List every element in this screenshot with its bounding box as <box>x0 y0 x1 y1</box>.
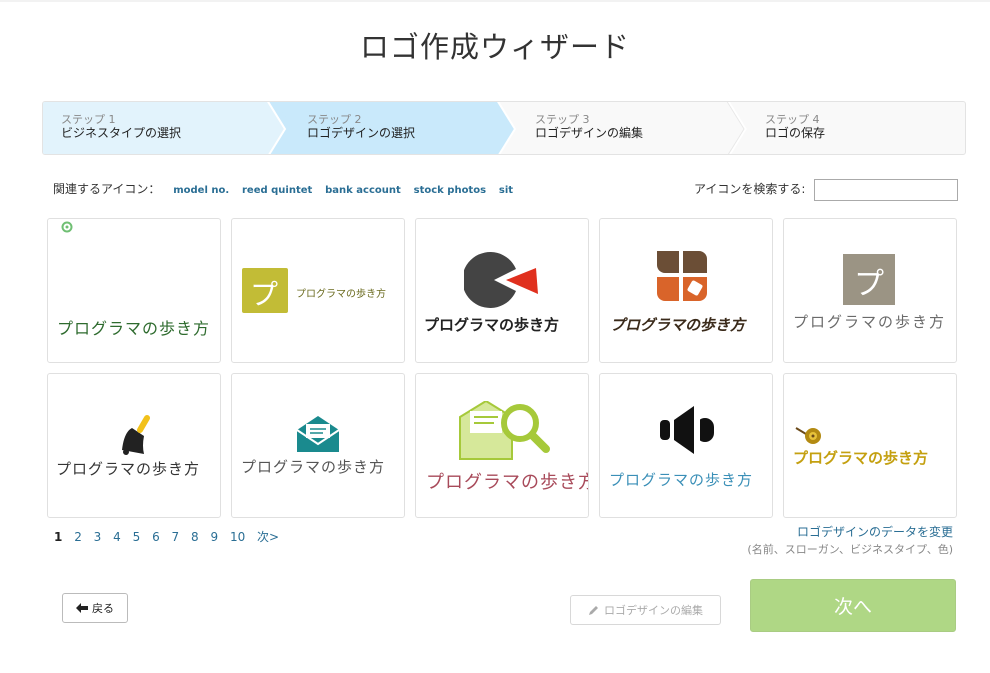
page-link[interactable]: 7 <box>172 530 180 544</box>
logo-text: プログラマの歩き方 <box>609 471 754 489</box>
wizard-steps: ステップ 1 ビジネスタイプの選択 ステップ 2 ロゴデザインの選択 ステップ … <box>42 101 966 155</box>
page-link-current[interactable]: 1 <box>54 530 62 544</box>
related-icons: 関連するアイコン： model no. reed quintet bank ac… <box>53 180 513 197</box>
logo-text: プログラマの歩き方 <box>426 472 589 493</box>
related-tag[interactable]: stock photos <box>414 185 486 196</box>
related-tag[interactable]: sit <box>499 185 513 196</box>
step-4-name: ロゴの保存 <box>765 126 826 140</box>
logo-text: プログラマの歩き方 <box>610 316 746 334</box>
top-border <box>0 0 990 2</box>
page-link[interactable]: 4 <box>113 530 121 544</box>
step-2-number: ステップ 2 <box>307 113 362 126</box>
mail-search-icon <box>459 401 550 460</box>
logo-text: プログラマの歩き方 <box>56 460 201 478</box>
logo-design-tile[interactable]: プログラマの歩き方 <box>231 373 405 518</box>
step-3-number: ステップ 3 <box>535 113 590 126</box>
related-tag[interactable]: bank account <box>325 185 401 196</box>
icon-search-input[interactable] <box>814 179 958 201</box>
step-1-name: ビジネスタイプの選択 <box>61 126 182 140</box>
step-arrow-icon <box>497 102 523 154</box>
logo-design-tile[interactable]: プログラマの歩き方 <box>599 218 773 363</box>
edit-logo-button[interactable]: ロゴデザインの編集 <box>570 595 721 625</box>
step-4: ステップ 4 ロゴの保存 <box>735 102 965 154</box>
edit-logo-button-label: ロゴデザインの編集 <box>604 604 703 617</box>
next-page-link[interactable]: 次> <box>257 530 279 544</box>
page-link[interactable]: 3 <box>94 530 102 544</box>
step-1-number: ステップ 1 <box>61 113 116 126</box>
search-label: アイコンを検索する: <box>694 182 806 196</box>
clover-tag-icon <box>657 251 707 301</box>
speaker-icon <box>660 406 714 454</box>
step-2[interactable]: ステップ 2 ロゴデザインの選択 <box>275 102 505 154</box>
logo-text: プログラマの歩き方 <box>793 449 929 467</box>
page-link[interactable]: 8 <box>191 530 199 544</box>
page-link[interactable]: 2 <box>74 530 82 544</box>
logo-design-tile[interactable]: プログラマの歩き方 <box>415 373 589 518</box>
small-flower-icon <box>61 221 73 233</box>
logo-design-tile[interactable]: プ プログラマの歩き方 <box>783 218 957 363</box>
logo-design-tile[interactable]: プログラマの歩き方 <box>783 373 957 518</box>
next-button[interactable]: 次へ <box>750 579 956 632</box>
logo-icon-char: プ <box>250 278 279 311</box>
envelope-icon <box>296 416 340 452</box>
logo-design-tile[interactable]: プログラマの歩き方 <box>47 373 221 518</box>
logo-text: プログラマの歩き方 <box>57 319 211 338</box>
step-2-name: ロゴデザインの選択 <box>307 126 416 140</box>
change-logo-data-link[interactable]: ロゴデザインのデータを変更 <box>797 523 953 540</box>
logo-design-tile[interactable]: プログラマの歩き方 <box>415 218 589 363</box>
page-link[interactable]: 6 <box>152 530 160 544</box>
pagination: 1 2 3 4 5 6 7 8 9 10 次> <box>54 528 287 545</box>
bell-icon <box>122 415 150 455</box>
page-link[interactable]: 10 <box>230 530 245 544</box>
page-link[interactable]: 9 <box>210 530 218 544</box>
pencil-icon <box>589 605 598 615</box>
step-arrow-icon <box>727 102 747 154</box>
logo-text: プログラマの歩き方 <box>424 316 560 334</box>
change-logo-data-note: (名前、スローガン、ビジネスタイプ、色) <box>747 543 953 556</box>
step-1[interactable]: ステップ 1 ビジネスタイプの選択 <box>43 102 275 154</box>
logo-text: プログラマの歩き方 <box>793 313 947 331</box>
logo-design-tile[interactable]: プログラマの歩き方 <box>47 218 221 363</box>
step-4-number: ステップ 4 <box>765 113 820 126</box>
related-label: 関連するアイコン： <box>53 182 161 196</box>
target-icon <box>795 427 821 444</box>
pacman-icon <box>464 252 538 308</box>
logo-design-tile[interactable]: プ プログラマの歩き方 <box>231 218 405 363</box>
page-link[interactable]: 5 <box>133 530 141 544</box>
step-arrow-icon <box>267 102 293 154</box>
page-title: ロゴ作成ウィザード <box>359 30 630 64</box>
step-3: ステップ 3 ロゴデザインの編集 <box>505 102 735 154</box>
related-tag[interactable]: reed quintet <box>242 185 312 196</box>
logo-text: プログラマの歩き方 <box>296 289 386 300</box>
back-button-label: 戻る <box>92 602 114 615</box>
logo-icon-char: プ <box>854 267 884 302</box>
arrow-left-icon <box>76 603 88 613</box>
back-button[interactable]: 戻る <box>62 593 128 623</box>
logo-text: プログラマの歩き方 <box>241 458 386 476</box>
logo-design-tile[interactable]: プログラマの歩き方 <box>599 373 773 518</box>
step-3-name: ロゴデザインの編集 <box>535 126 644 140</box>
related-tag[interactable]: model no. <box>173 185 229 196</box>
